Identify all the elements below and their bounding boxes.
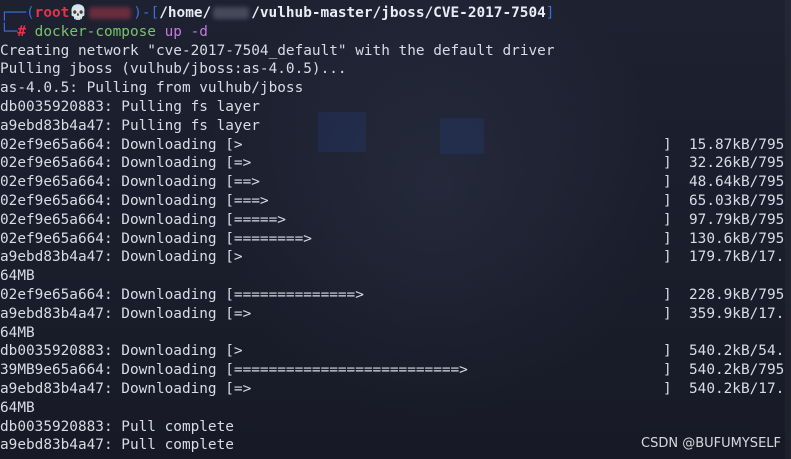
download-size: ] 97.79kB/795: [663, 211, 785, 228]
line-left-text: db0035920883: Downloading [>: [0, 343, 243, 360]
download-size: ] 130.6kB/795: [663, 230, 785, 247]
output-line: Pulling jboss (vulhub/jboss:as-4.0.5)...: [0, 61, 347, 78]
download-progress-line: 39MB9e65a664: Downloading [=============…: [0, 361, 791, 380]
line-left-text: 64MB: [0, 399, 35, 416]
output-line: db0035920883: Pull complete: [0, 418, 791, 437]
output-line: a9ebd83b4a47: Pulling fs layer: [0, 117, 260, 134]
line-left-text: a9ebd83b4a47: Pull complete: [0, 437, 234, 454]
command-line[interactable]: └─# docker-compose up -d: [0, 23, 791, 42]
line-left-text: 02ef9e65a664: Downloading [>: [0, 136, 243, 153]
output-lines: Creating network "cve-2017-7504_default"…: [0, 42, 791, 136]
download-size: ] 359.9kB/17.: [663, 305, 785, 322]
download-progress-line: a9ebd83b4a47: Downloading [=> ] 540.2kB/1…: [0, 380, 791, 399]
download-progress-line: 02ef9e65a664: Downloading [========> ] 13…: [0, 230, 791, 249]
prompt-hash: #: [17, 23, 26, 40]
download-size: ] 540.2kB/17.: [663, 380, 785, 397]
prompt-path-start: /home/: [159, 5, 212, 21]
line-left-text: 02ef9e65a664: Downloading [========>: [0, 230, 312, 247]
redacted-hostname: [89, 7, 132, 19]
terminal-window[interactable]: ┌──(root💀 )-[/home/ /vulhub-master/jboss/C…: [0, 0, 791, 459]
download-size: ] 65.03kB/795: [663, 192, 785, 209]
download-progress-line: a9ebd83b4a47: Downloading [=> ] 359.9kB/1…: [0, 305, 791, 324]
download-size: ] 540.2kB/795: [663, 362, 785, 379]
download-progress-line: db0035920883: Downloading [> ] 540.2kB/54…: [0, 342, 791, 361]
output-line: 64MB: [0, 399, 791, 418]
line-left-text: a9ebd83b4a47: Downloading [>: [0, 249, 243, 266]
download-size: ] 540.2kB/54.: [663, 343, 785, 360]
prompt-open: ┌──(: [0, 5, 35, 21]
download-size: ] 32.26kB/795: [663, 155, 785, 172]
output-line: as-4.0.5: Pulling from vulhub/jboss: [0, 80, 304, 97]
prompt-corner: └─: [0, 23, 18, 40]
csdn-watermark: CSDN @BUFUMYSELF: [641, 436, 781, 451]
output-line: db0035920883: Pulling fs layer: [0, 98, 260, 115]
command-args: up -d: [164, 23, 208, 40]
prompt-separator: )-[: [133, 5, 160, 21]
download-size: ] 48.64kB/795: [663, 174, 785, 191]
prompt-line: ┌──(root💀 )-[/home/ /vulhub-master/jboss/C…: [0, 4, 791, 23]
prompt-user: root💀: [34, 5, 88, 21]
download-progress-line: a9ebd83b4a47: Downloading [> ] 179.7kB/17…: [0, 248, 791, 267]
line-left-text: 02ef9e65a664: Downloading [==>: [0, 174, 260, 191]
redacted-path: [213, 7, 250, 19]
download-size: ] 15.87kB/795: [663, 136, 785, 153]
download-progress-line: 02ef9e65a664: Downloading [> ] 15.87kB/79…: [0, 136, 791, 155]
download-progress-line: 02ef9e65a664: Downloading [=====> ] 97.79…: [0, 211, 791, 230]
output-line: 64MB: [0, 267, 791, 286]
download-progress-line: 02ef9e65a664: Downloading [=============…: [0, 286, 791, 305]
output-line: Creating network "cve-2017-7504_default"…: [0, 42, 555, 59]
download-progress-line: 02ef9e65a664: Downloading [=> ] 32.26kB/7…: [0, 154, 791, 173]
line-left-text: a9ebd83b4a47: Downloading [=>: [0, 305, 252, 322]
line-left-text: 02ef9e65a664: Downloading [===>: [0, 192, 269, 209]
download-size: ] 179.7kB/17.: [663, 249, 785, 266]
line-left-text: 02ef9e65a664: Downloading [=====>: [0, 211, 286, 228]
line-left-text: 02ef9e65a664: Downloading [=>: [0, 155, 252, 172]
line-left-text: 02ef9e65a664: Downloading [=============…: [0, 286, 364, 303]
line-left-text: db0035920883: Pull complete: [0, 418, 234, 435]
download-progress-line: 02ef9e65a664: Downloading [===> ] 65.03kB…: [0, 192, 791, 211]
download-progress-line: 02ef9e65a664: Downloading [==> ] 48.64kB/…: [0, 173, 791, 192]
line-left-text: 39MB9e65a664: Downloading [=============…: [0, 362, 468, 379]
line-left-text: 64MB: [0, 324, 35, 341]
output-line: 64MB: [0, 324, 791, 343]
command-name: docker-compose: [34, 23, 156, 40]
line-left-text: a9ebd83b4a47: Downloading [=>: [0, 380, 252, 397]
line-left-text: 64MB: [0, 268, 35, 285]
download-size: ] 228.9kB/795: [663, 286, 785, 303]
prompt-path-end: /vulhub-master/jboss/CVE-2017-7504: [251, 5, 546, 21]
prompt-close: ]: [545, 5, 555, 21]
terminal-output: ┌──(root💀 )-[/home/ /vulhub-master/jboss/C…: [0, 4, 791, 455]
download-lines: 02ef9e65a664: Downloading [> ] 15.87kB/79…: [0, 136, 791, 456]
terminal-scrollbar[interactable]: [785, 0, 791, 459]
